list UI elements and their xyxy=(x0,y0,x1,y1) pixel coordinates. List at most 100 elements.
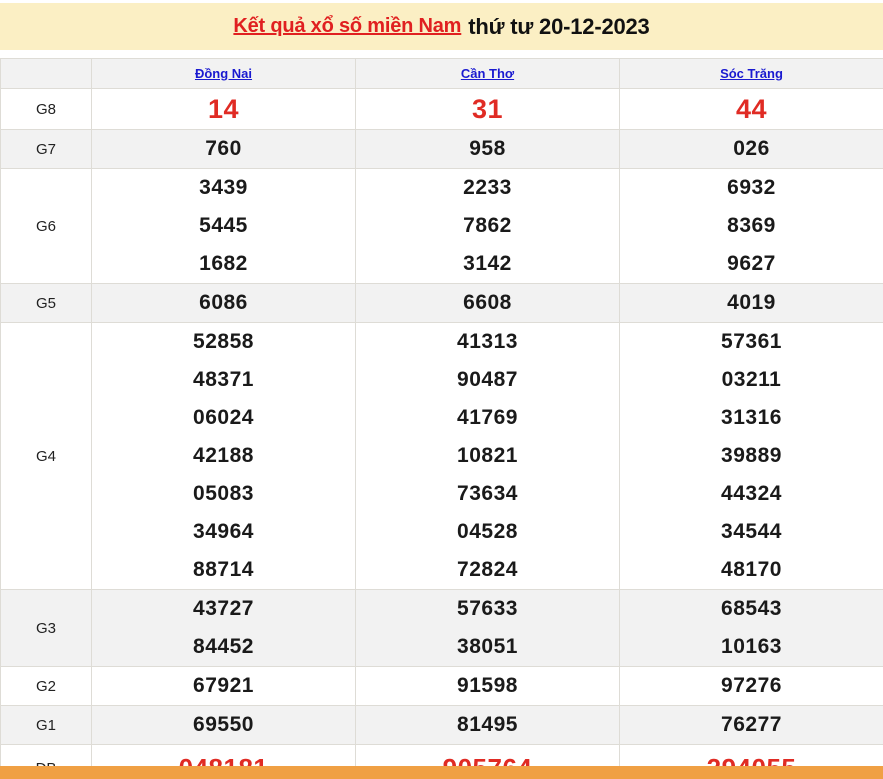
region-results-link[interactable]: Kết quả xổ số miền Nam xyxy=(233,15,461,38)
prize-number: 88714 xyxy=(193,558,254,581)
prize-number: 2233 xyxy=(463,176,512,199)
prize-cell: 43727 84452 xyxy=(91,589,356,667)
province-header-2: Cần Thơ xyxy=(355,58,620,89)
prize-cell: 6608 xyxy=(355,283,620,323)
province-link-3[interactable]: Sóc Trăng xyxy=(720,66,783,81)
prize-cell: 57361 03211 31316 39889 44324 34544 48170 xyxy=(619,322,883,590)
prize-cell: 81495 xyxy=(355,705,620,745)
table-row: G8 14 31 44 xyxy=(0,88,883,130)
prize-number: 41769 xyxy=(457,406,518,429)
prize-number: 57633 xyxy=(457,597,518,620)
prize-number: 9627 xyxy=(727,252,776,275)
prize-number: 6608 xyxy=(463,291,512,314)
prize-number: 72824 xyxy=(457,558,518,581)
prize-cell: 026 xyxy=(619,129,883,169)
prize-cell: 97276 xyxy=(619,666,883,706)
prize-cell: 52858 48371 06024 42188 05083 34964 88714 xyxy=(91,322,356,590)
prize-number: 44 xyxy=(735,93,768,124)
table-row: G7 760 958 026 xyxy=(0,129,883,169)
prize-number: 69550 xyxy=(193,713,254,736)
prize-number: 04528 xyxy=(457,520,518,543)
prize-label-g8: G8 xyxy=(0,88,92,130)
prize-number: 3439 xyxy=(199,176,248,199)
prize-cell: 6932 8369 9627 xyxy=(619,168,883,284)
prize-number: 48371 xyxy=(193,368,254,391)
prize-cell: 31 xyxy=(355,88,620,130)
prize-number: 5445 xyxy=(199,214,248,237)
page-title-banner: Kết quả xổ số miền Nam thứ tư 20-12-2023 xyxy=(0,3,883,50)
prize-label-g2: G2 xyxy=(0,666,92,706)
prize-number: 43727 xyxy=(193,597,254,620)
prize-number: 34964 xyxy=(193,520,254,543)
prize-cell: 67921 xyxy=(91,666,356,706)
prize-number: 39889 xyxy=(721,444,782,467)
prize-number: 97276 xyxy=(721,674,782,697)
prize-cell: 14 xyxy=(91,88,356,130)
prize-cell: 41313 90487 41769 10821 73634 04528 72824 xyxy=(355,322,620,590)
prize-number: 57361 xyxy=(721,330,782,353)
prize-cell: 44 xyxy=(619,88,883,130)
prize-number: 8369 xyxy=(727,214,776,237)
prize-cell: 958 xyxy=(355,129,620,169)
prize-number: 48170 xyxy=(721,558,782,581)
table-row: G2 67921 91598 97276 xyxy=(0,666,883,706)
bottom-orange-bar xyxy=(0,766,883,779)
prize-number: 42188 xyxy=(193,444,254,467)
prize-number: 05083 xyxy=(193,482,254,505)
prize-number: 44324 xyxy=(721,482,782,505)
prize-number: 6932 xyxy=(727,176,776,199)
province-header-3: Sóc Trăng xyxy=(619,58,883,89)
prize-number: 38051 xyxy=(457,635,518,658)
prize-number: 91598 xyxy=(457,674,518,697)
province-link-2[interactable]: Cần Thơ xyxy=(461,66,514,81)
prize-cell: 6086 xyxy=(91,283,356,323)
prize-cell: 760 xyxy=(91,129,356,169)
prize-cell: 68543 10163 xyxy=(619,589,883,667)
prize-number: 958 xyxy=(469,137,506,160)
prize-number: 90487 xyxy=(457,368,518,391)
prize-number: 73634 xyxy=(457,482,518,505)
prize-number: 7862 xyxy=(463,214,512,237)
prize-cell: 4019 xyxy=(619,283,883,323)
prize-number: 10163 xyxy=(721,635,782,658)
table-row: G1 69550 81495 76277 xyxy=(0,705,883,745)
table-row: G4 52858 48371 06024 42188 05083 34964 88714 413… xyxy=(0,322,883,590)
prize-number: 31 xyxy=(471,93,504,124)
prize-number: 03211 xyxy=(721,368,782,391)
result-date: thứ tư 20-12-2023 xyxy=(468,13,650,39)
prize-number: 81495 xyxy=(457,713,518,736)
prize-number: 4019 xyxy=(727,291,776,314)
lottery-results-page: Kết quả xổ số miền Nam thứ tư 20-12-2023… xyxy=(0,0,883,779)
prize-number: 1682 xyxy=(199,252,248,275)
prize-label-g5: G5 xyxy=(0,283,92,323)
prize-number: 84452 xyxy=(193,635,254,658)
prize-cell: 76277 xyxy=(619,705,883,745)
prize-number: 10821 xyxy=(457,444,518,467)
prize-label-g3: G3 xyxy=(0,589,92,667)
table-row: G5 6086 6608 4019 xyxy=(0,283,883,323)
prize-number: 67921 xyxy=(193,674,254,697)
prize-cell: 2233 7862 3142 xyxy=(355,168,620,284)
prize-number: 68543 xyxy=(721,597,782,620)
province-link-1[interactable]: Đồng Nai xyxy=(195,66,252,81)
prize-cell: 91598 xyxy=(355,666,620,706)
prize-number: 31316 xyxy=(721,406,782,429)
prize-number: 06024 xyxy=(193,406,254,429)
prize-cell: 57633 38051 xyxy=(355,589,620,667)
prize-cell: 69550 xyxy=(91,705,356,745)
prize-label-g1: G1 xyxy=(0,705,92,745)
prize-number: 76277 xyxy=(721,713,782,736)
prize-number: 41313 xyxy=(457,330,518,353)
table-row: G3 43727 84452 57633 38051 68543 10163 xyxy=(0,589,883,667)
table-corner-cell xyxy=(0,58,92,89)
prize-number: 026 xyxy=(733,137,770,160)
prize-number: 52858 xyxy=(193,330,254,353)
table-row: G6 3439 5445 1682 2233 7862 3142 6932 8369 9627 xyxy=(0,168,883,284)
prize-number: 3142 xyxy=(463,252,512,275)
table-header-row: Đồng Nai Cần Thơ Sóc Trăng xyxy=(0,58,883,89)
prize-number: 760 xyxy=(205,137,242,160)
prize-label-g6: G6 xyxy=(0,168,92,284)
prize-number: 14 xyxy=(207,93,240,124)
prize-cell: 3439 5445 1682 xyxy=(91,168,356,284)
prize-number: 6086 xyxy=(199,291,248,314)
